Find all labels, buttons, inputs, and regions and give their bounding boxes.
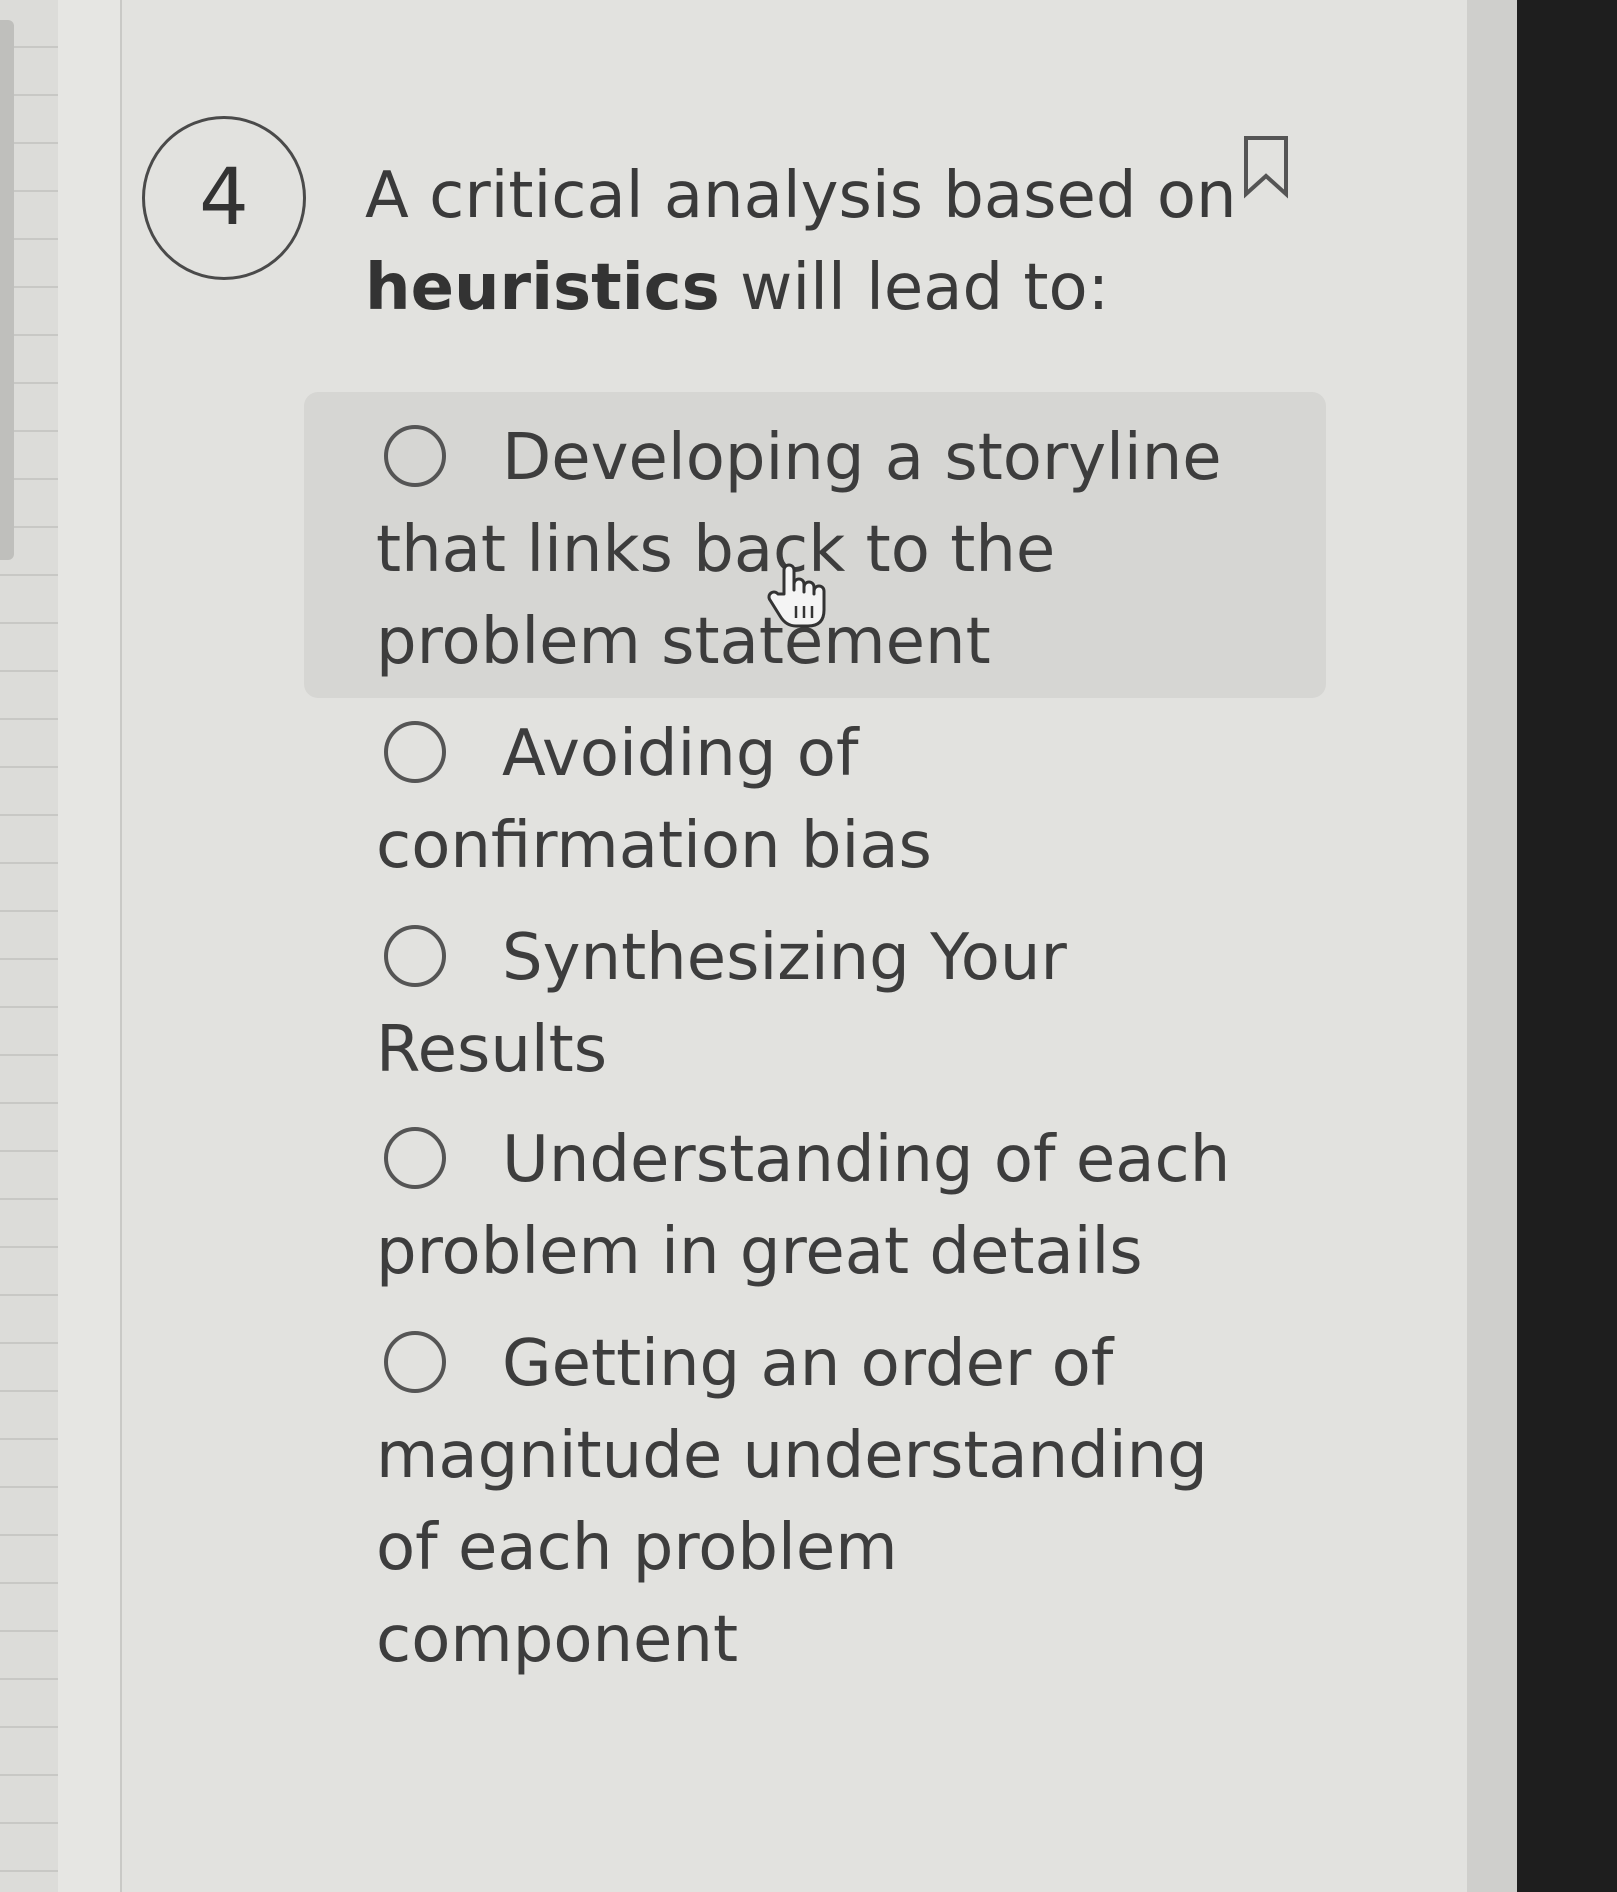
radio-unchecked-icon[interactable]: [384, 1331, 446, 1393]
question-text-after: will lead to:: [719, 251, 1110, 325]
answer-option-4[interactable]: Understanding of each problem in great d…: [376, 1114, 1256, 1298]
answer-option-label: Synthesizing Your Results: [376, 921, 1067, 1087]
answer-option-1[interactable]: Developing a storyline that links back t…: [376, 412, 1256, 688]
answer-option-label: Developing a storyline that links back t…: [376, 421, 1222, 679]
answer-option-label: Getting an order of magnitude understand…: [376, 1327, 1208, 1677]
scrollbar-thumb[interactable]: [0, 20, 14, 560]
radio-unchecked-icon[interactable]: [384, 1127, 446, 1189]
answer-option-label: Avoiding of confirmation bias: [376, 717, 932, 883]
monitor-bezel: [1517, 0, 1617, 1892]
question-text-bold: heuristics: [365, 251, 720, 325]
answer-option-3[interactable]: Synthesizing Your Results: [376, 912, 1256, 1096]
screen-edge: [1467, 0, 1517, 1892]
radio-unchecked-icon[interactable]: [384, 925, 446, 987]
hand-pointer-icon: [767, 563, 826, 628]
question-text: A critical analysis based on heuristics …: [365, 150, 1245, 334]
answer-option-label: Understanding of each problem in great d…: [376, 1123, 1231, 1289]
bookmark-icon[interactable]: [1240, 134, 1292, 200]
question-text-before: A critical analysis based on: [365, 159, 1237, 233]
answer-option-5[interactable]: Getting an order of magnitude understand…: [376, 1318, 1256, 1686]
radio-unchecked-icon[interactable]: [384, 721, 446, 783]
question-number: 4: [199, 153, 249, 243]
question-number-badge: 4: [142, 116, 306, 280]
radio-unchecked-icon[interactable]: [384, 425, 446, 487]
answer-option-2[interactable]: Avoiding of confirmation bias: [376, 708, 1256, 892]
left-side-panel: [0, 0, 122, 1892]
